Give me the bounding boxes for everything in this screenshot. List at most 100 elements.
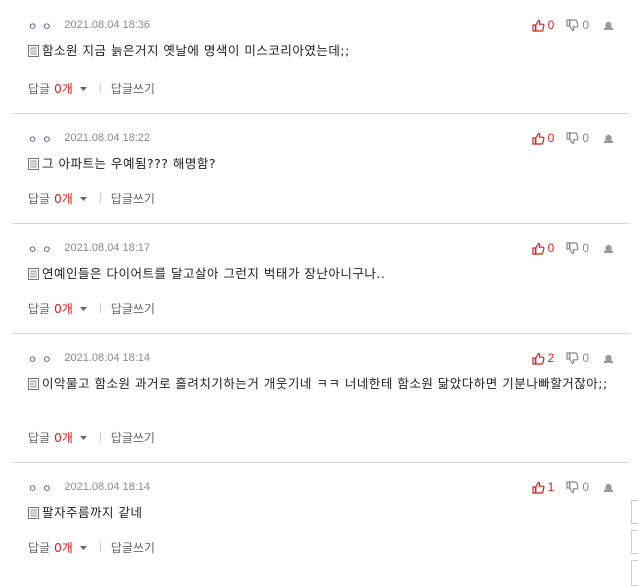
comment-date: 2021.08.04 18:22 — [64, 132, 151, 144]
downvote-button[interactable]: 0 — [566, 480, 589, 494]
upvote-button[interactable]: 1 — [532, 480, 554, 494]
comment-item: ㅇㅇ 2021.08.04 18:22 0 0 그 아파트는 우예됨??? 해명… — [12, 113, 630, 224]
downvote-button[interactable]: 0 — [566, 351, 589, 365]
downvote-count: 0 — [582, 131, 589, 145]
comment-meta: ㅇㅇ 2021.08.04 18:14 — [28, 351, 150, 366]
comment-footer: 답글 0개 답글쓰기 — [28, 539, 155, 555]
comment-text: 팔자주름까지 같네 — [42, 505, 143, 520]
reply-count: 0개 — [54, 430, 73, 445]
upvote-button[interactable]: 0 — [532, 131, 555, 145]
reply-label: 답글 — [28, 301, 51, 316]
comment-actions: 0 0 — [520, 130, 614, 146]
report-button[interactable] — [603, 132, 614, 144]
comment-nickname[interactable]: ㅇㅇ — [28, 480, 56, 495]
comment-body: 이악물고 함소원 과거로 흘려치기하는거 개웃기네 ㅋㅋ 너네한테 함소원 닮았… — [28, 373, 618, 394]
comment-meta: ㅇㅇ 2021.08.04 18:22 — [28, 131, 151, 146]
comment-actions: 0 0 — [520, 17, 614, 33]
memo-icon — [28, 42, 39, 61]
reply-count: 0개 — [54, 540, 73, 555]
comment-text: 함소원 지금 늙은거지 옛날에 명색이 미스코리아였는데;; — [42, 43, 350, 58]
memo-icon — [28, 375, 39, 394]
thumbs-up-icon — [532, 481, 545, 494]
side-scroll-button[interactable] — [631, 500, 638, 524]
report-icon — [603, 481, 614, 493]
comment-date: 2021.08.04 18:36 — [64, 19, 151, 31]
downvote-button[interactable]: 0 — [566, 131, 589, 145]
thumbs-down-icon — [566, 241, 579, 255]
report-icon — [603, 19, 614, 31]
chevron-down-icon[interactable] — [79, 540, 88, 554]
comment-footer: 답글 0개 답글쓰기 — [28, 300, 155, 316]
divider — [99, 542, 101, 552]
reply-label: 답글 — [28, 540, 51, 555]
report-icon — [603, 242, 614, 254]
thumbs-down-icon — [566, 18, 579, 32]
write-reply-button[interactable]: 답글쓰기 — [111, 190, 155, 207]
chevron-down-icon[interactable] — [79, 301, 88, 315]
comment-text: 연예인들은 다이어트를 달고살아 그런지 벅태가 장난아니구나.. — [42, 266, 386, 281]
comment-text: 이악물고 함소원 과거로 흘려치기하는거 개웃기네 ㅋㅋ 너네한테 함소원 닮았… — [42, 376, 608, 391]
upvote-button[interactable]: 0 — [532, 241, 555, 255]
upvote-count: 0 — [547, 241, 555, 255]
reply-label: 답글 — [28, 191, 51, 206]
thumbs-up-icon — [532, 19, 545, 32]
report-icon — [603, 352, 614, 364]
thumbs-down-icon — [566, 480, 579, 494]
reply-label: 답글 — [28, 81, 51, 96]
comment-body: 함소원 지금 늙은거지 옛날에 명색이 미스코리아였는데;; — [28, 40, 618, 61]
divider — [99, 193, 101, 203]
write-reply-button[interactable]: 답글쓰기 — [111, 300, 155, 317]
report-button[interactable] — [603, 352, 614, 364]
comment-meta: ㅇㅇ 2021.08.04 18:14 — [28, 480, 151, 495]
upvote-count: 2 — [547, 351, 555, 365]
upvote-button[interactable]: 0 — [532, 18, 555, 32]
comment-actions: 0 0 — [520, 240, 614, 256]
report-button[interactable] — [603, 481, 614, 493]
downvote-count: 0 — [582, 480, 589, 494]
thumbs-up-icon — [532, 132, 545, 145]
chevron-down-icon[interactable] — [79, 81, 88, 95]
reply-label: 답글 — [28, 430, 51, 445]
comment-meta: ㅇㅇ 2021.08.04 18:17 — [28, 241, 151, 256]
upvote-count: 0 — [547, 131, 555, 145]
thumbs-up-icon — [532, 242, 545, 255]
thumbs-down-icon — [566, 351, 579, 365]
comment-text: 그 아파트는 우예됨??? 해명함? — [42, 156, 216, 171]
divider — [99, 432, 101, 442]
side-scroll-button[interactable] — [631, 560, 638, 586]
comment-body: 그 아파트는 우예됨??? 해명함? — [28, 153, 618, 174]
comment-actions: 2 0 — [520, 350, 614, 366]
chevron-down-icon[interactable] — [79, 430, 88, 444]
report-button[interactable] — [603, 242, 614, 254]
report-button[interactable] — [603, 19, 614, 31]
comment-body: 연예인들은 다이어트를 달고살아 그런지 벅태가 장난아니구나.. — [28, 263, 618, 284]
write-reply-button[interactable]: 답글쓰기 — [111, 429, 155, 446]
comment-meta: ㅇㅇ 2021.08.04 18:36 — [28, 18, 151, 33]
comment-nickname[interactable]: ㅇㅇ — [28, 241, 56, 256]
comment-footer: 답글 0개 답글쓰기 — [28, 429, 155, 445]
thumbs-down-icon — [566, 131, 579, 145]
comment-item: ㅇㅇ 2021.08.04 18:14 2 0 이악물고 함소원 과거로 흘려치… — [12, 333, 630, 463]
comment-date: 2021.08.04 18:17 — [64, 242, 151, 254]
side-scroll-button[interactable] — [631, 530, 638, 554]
comment-nickname[interactable]: ㅇㅇ — [28, 18, 56, 33]
downvote-count: 0 — [582, 241, 589, 255]
comment-footer: 답글 0개 답글쓰기 — [28, 190, 155, 206]
comment-item: ㅇㅇ 2021.08.04 18:36 0 0 함소원 지금 늙은거지 옛날에 … — [12, 0, 630, 114]
comment-nickname[interactable]: ㅇㅇ — [28, 351, 56, 366]
reply-count: 0개 — [54, 191, 73, 206]
downvote-count: 0 — [582, 18, 589, 32]
upvote-button[interactable]: 2 — [532, 351, 555, 365]
memo-icon — [28, 155, 39, 174]
reply-count: 0개 — [54, 81, 73, 96]
write-reply-button[interactable]: 답글쓰기 — [111, 539, 155, 556]
chevron-down-icon[interactable] — [79, 191, 88, 205]
downvote-button[interactable]: 0 — [566, 18, 589, 32]
write-reply-button[interactable]: 답글쓰기 — [111, 80, 155, 97]
upvote-count: 0 — [547, 18, 555, 32]
comment-date: 2021.08.04 18:14 — [64, 481, 151, 493]
downvote-count: 0 — [582, 351, 589, 365]
comment-nickname[interactable]: ㅇㅇ — [28, 131, 56, 146]
comment-body: 팔자주름까지 같네 — [28, 502, 618, 523]
downvote-button[interactable]: 0 — [566, 241, 589, 255]
